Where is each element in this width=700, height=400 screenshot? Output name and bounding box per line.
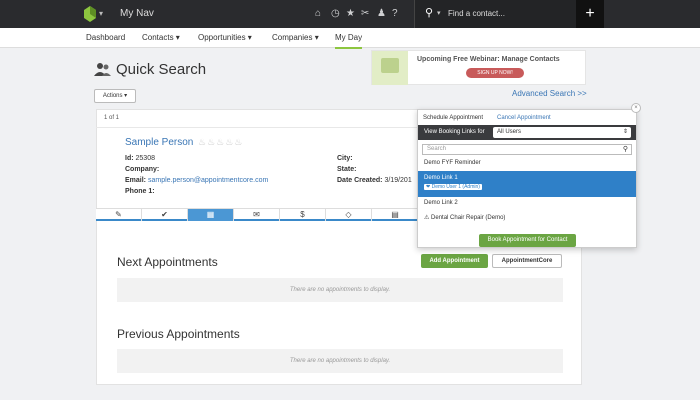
- booking-link-item[interactable]: Demo Link 2: [418, 200, 636, 206]
- tab-schedule-appointment[interactable]: Schedule Appointment: [423, 115, 483, 121]
- field-company: Company:: [125, 166, 160, 173]
- booking-link-owner: ❤ Demo User 1 (Admin): [424, 184, 482, 190]
- main-menu: Dashboard Contacts ▾ Opportunities ▾ Com…: [0, 28, 700, 49]
- appointmentcore-button[interactable]: AppointmentCore: [492, 254, 562, 268]
- next-appointments-heading: Next Appointments: [117, 255, 218, 269]
- top-navigation-bar: ▾ My Nav ⌂ ◷ ★ ✂ ♟ ? ⚲ ▾ Find a contact.…: [0, 0, 700, 28]
- booking-link-label: Demo Link 1: [424, 175, 458, 181]
- chevron-down-icon[interactable]: ▾: [99, 9, 103, 18]
- calendar-icon[interactable]: ▦: [188, 209, 234, 221]
- edit-icon[interactable]: ✎: [96, 209, 142, 221]
- webinar-thumbnail: [372, 51, 408, 85]
- email-link[interactable]: sample.person@appointmentcore.com: [148, 177, 268, 184]
- menu-item-dashboard[interactable]: Dashboard: [86, 33, 125, 42]
- result-count: 1 of 1: [104, 115, 120, 121]
- field-state: State:: [337, 166, 357, 173]
- menu-item-contacts[interactable]: Contacts ▾: [142, 33, 180, 42]
- add-appointment-button[interactable]: Add Appointment: [421, 254, 488, 268]
- field-id: Id: 25308: [125, 155, 155, 162]
- user-filter-select[interactable]: All Users ⇕: [493, 127, 631, 138]
- people-icon: [94, 63, 111, 76]
- menu-item-my-day[interactable]: My Day: [335, 33, 363, 49]
- document-icon[interactable]: ▤: [372, 209, 418, 221]
- booking-link-item[interactable]: ⚠ Dental Chair Repair (Demo): [418, 214, 636, 221]
- contact-search-field[interactable]: ⚲ ▾ Find a contact...: [414, 0, 576, 28]
- previous-appointments-empty: There are no appointments to display.: [117, 349, 563, 373]
- booking-link-item[interactable]: Demo FYF Reminder: [418, 160, 636, 166]
- signup-button[interactable]: SIGN UP NOW!: [466, 68, 524, 78]
- clock-icon[interactable]: ◷: [331, 8, 340, 20]
- user-icon[interactable]: ♟: [377, 8, 386, 20]
- booking-link-item-selected[interactable]: Demo Link 1 ❤ Demo User 1 (Admin): [418, 171, 636, 197]
- search-icon: ⚲: [622, 146, 628, 153]
- actions-dropdown-button[interactable]: Actions ▾: [94, 89, 136, 103]
- page-title: Quick Search: [116, 61, 207, 78]
- check-icon[interactable]: ✔: [142, 209, 188, 221]
- book-appointment-button[interactable]: Book Appointment for Contact: [479, 234, 576, 247]
- mail-icon[interactable]: ✉: [234, 209, 280, 221]
- star-icon[interactable]: ★: [346, 8, 355, 20]
- help-icon[interactable]: ?: [392, 8, 398, 20]
- tag-icon[interactable]: ◇: [326, 209, 372, 221]
- home-icon[interactable]: ⌂: [315, 8, 321, 20]
- lead-score-icons: ♨♨♨♨♨: [198, 137, 244, 147]
- booking-links-label: View Booking Links for: [424, 129, 485, 135]
- webinar-title: Upcoming Free Webinar: Manage Contacts: [417, 56, 560, 63]
- menu-item-companies[interactable]: Companies ▾: [272, 33, 319, 42]
- tools-icon[interactable]: ✂: [361, 8, 369, 20]
- booking-search-input[interactable]: Search ⚲: [422, 144, 632, 155]
- field-phone: Phone 1:: [125, 188, 155, 195]
- close-icon[interactable]: ×: [631, 103, 641, 113]
- booking-links-header: View Booking Links for All Users ⇕: [418, 125, 636, 140]
- tab-cancel-appointment[interactable]: Cancel Appointment: [497, 115, 551, 121]
- previous-appointments-heading: Previous Appointments: [117, 327, 240, 341]
- chevron-updown-icon: ⇕: [622, 129, 628, 135]
- contact-tab-bar: ✎ ✔ ▦ ✉ $ ◇ ▤: [96, 208, 418, 221]
- chevron-down-icon[interactable]: ▾: [437, 9, 441, 17]
- add-button[interactable]: +: [576, 0, 604, 28]
- next-appointments-empty: There are no appointments to display.: [117, 278, 563, 302]
- dollar-icon[interactable]: $: [280, 209, 326, 221]
- advanced-search-link[interactable]: Advanced Search >>: [512, 89, 587, 98]
- search-placeholder: Find a contact...: [448, 9, 505, 18]
- field-date-created: Date Created: 3/19/201: [337, 177, 412, 184]
- app-logo-icon[interactable]: [84, 6, 96, 22]
- menu-item-opportunities[interactable]: Opportunities ▾: [198, 33, 252, 42]
- nav-title: My Nav: [120, 8, 154, 19]
- contact-name-link[interactable]: Sample Person: [125, 137, 193, 148]
- field-city: City:: [337, 155, 353, 162]
- search-icon: ⚲: [425, 7, 434, 19]
- webinar-banner[interactable]: Upcoming Free Webinar: Manage Contacts S…: [371, 50, 586, 85]
- field-email: Email: sample.person@appointmentcore.com: [125, 177, 269, 184]
